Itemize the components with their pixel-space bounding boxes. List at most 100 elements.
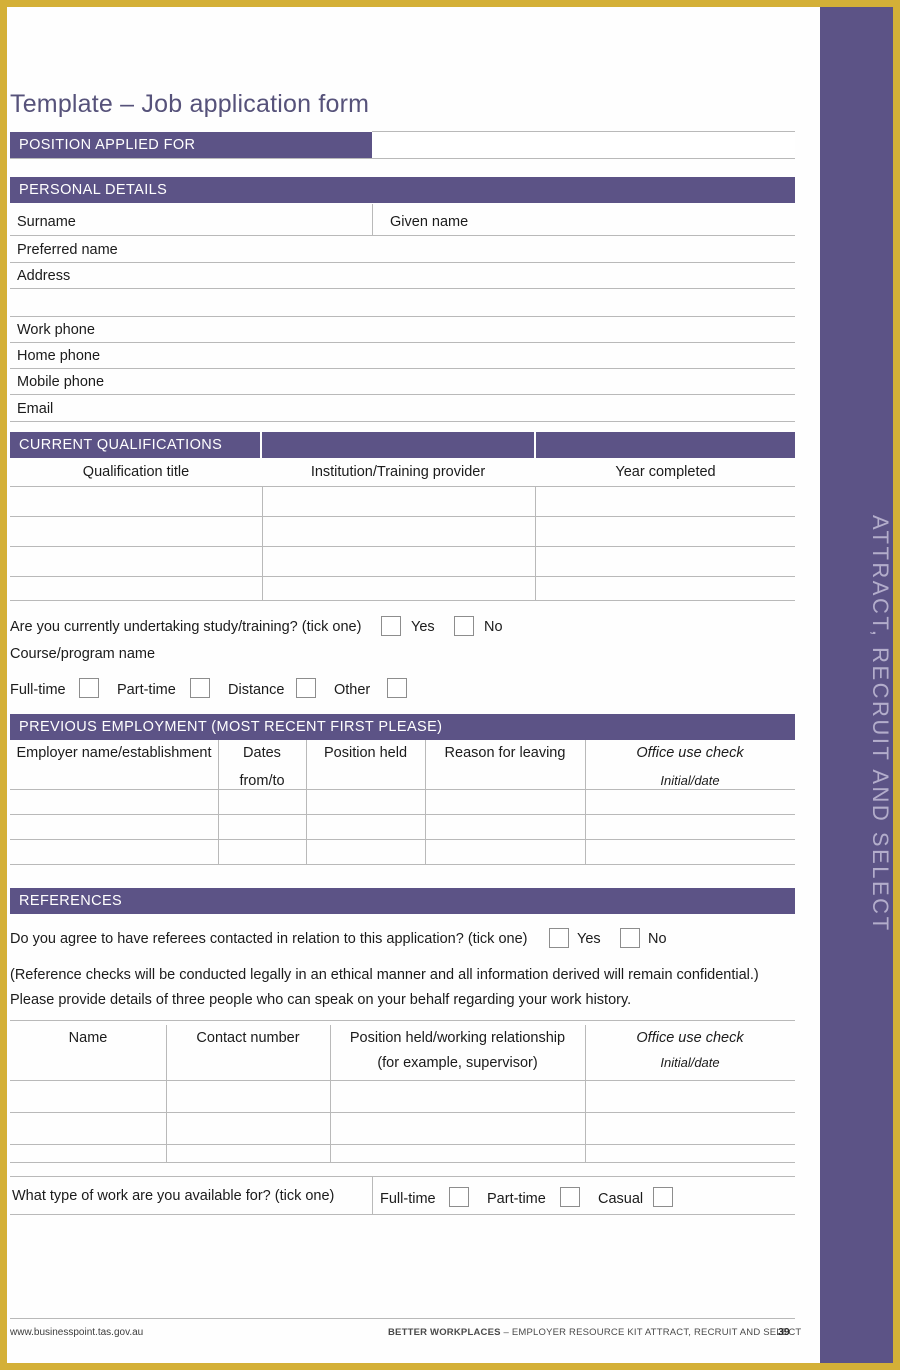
study-yes-label: Yes bbox=[411, 619, 435, 635]
email-input[interactable] bbox=[130, 397, 790, 419]
work-phone-input[interactable] bbox=[160, 318, 790, 340]
label-surname: Surname bbox=[17, 214, 76, 230]
qualification-cell[interactable] bbox=[11, 577, 261, 599]
divider bbox=[10, 864, 795, 865]
col-dates: Dates from/to bbox=[239, 745, 285, 789]
qualification-cell[interactable] bbox=[537, 547, 794, 575]
employment-cell[interactable] bbox=[220, 840, 305, 863]
study-yes-checkbox[interactable] bbox=[381, 616, 401, 636]
divider bbox=[218, 740, 219, 864]
references-no-label: No bbox=[648, 931, 667, 947]
label-mobile-phone: Mobile phone bbox=[17, 374, 105, 390]
label-address: Address bbox=[17, 268, 71, 284]
availability-part-time-checkbox[interactable] bbox=[560, 1187, 580, 1207]
section-header-position-applied: POSITION APPLIED FOR bbox=[10, 132, 372, 158]
reference-cell[interactable] bbox=[11, 1145, 165, 1161]
col-office-use-check-employment: Office use check Initial/date bbox=[636, 745, 744, 788]
employment-cell[interactable] bbox=[587, 790, 794, 813]
reference-cell[interactable] bbox=[332, 1113, 584, 1143]
employment-cell[interactable] bbox=[427, 815, 584, 838]
study-mode-distance-checkbox[interactable] bbox=[296, 678, 316, 698]
qualification-cell[interactable] bbox=[264, 517, 534, 545]
employment-cell[interactable] bbox=[308, 790, 424, 813]
reference-cell[interactable] bbox=[332, 1145, 584, 1161]
study-mode-full-time-checkbox[interactable] bbox=[79, 678, 99, 698]
qualification-cell[interactable] bbox=[264, 547, 534, 575]
study-no-label: No bbox=[484, 619, 503, 635]
qualification-cell[interactable] bbox=[264, 577, 534, 599]
divider bbox=[372, 204, 373, 235]
references-no-checkbox[interactable] bbox=[620, 928, 640, 948]
reference-cell[interactable] bbox=[11, 1113, 165, 1143]
study-mode-part-time-checkbox[interactable] bbox=[190, 678, 210, 698]
qualification-cell[interactable] bbox=[537, 487, 794, 515]
divider bbox=[10, 316, 795, 317]
col-reference-contact: Contact number bbox=[196, 1030, 300, 1046]
divider bbox=[306, 740, 307, 864]
employment-cell[interactable] bbox=[11, 790, 217, 813]
page-canvas: ATTRACT, RECRUIT AND SELECT Template – J… bbox=[0, 0, 900, 1370]
qualification-cell[interactable] bbox=[11, 487, 261, 515]
study-mode-other-checkbox[interactable] bbox=[387, 678, 407, 698]
employment-cell[interactable] bbox=[587, 815, 794, 838]
address-input-line2[interactable] bbox=[10, 290, 795, 316]
reference-cell[interactable] bbox=[587, 1145, 794, 1161]
col-reason-for-leaving: Reason for leaving bbox=[444, 745, 566, 761]
qualification-cell[interactable] bbox=[11, 547, 261, 575]
employment-cell[interactable] bbox=[427, 840, 584, 863]
divider bbox=[10, 421, 795, 422]
employment-cell[interactable] bbox=[308, 840, 424, 863]
availability-question: What type of work are you available for?… bbox=[12, 1188, 335, 1204]
section-header-personal-details: PERSONAL DETAILS bbox=[10, 177, 795, 203]
surname-input[interactable] bbox=[180, 207, 365, 231]
employment-cell[interactable] bbox=[220, 815, 305, 838]
availability-full-time-checkbox[interactable] bbox=[449, 1187, 469, 1207]
divider bbox=[166, 1025, 167, 1162]
label-email: Email bbox=[17, 401, 54, 417]
divider bbox=[10, 1176, 795, 1177]
qualification-cell[interactable] bbox=[264, 487, 534, 515]
mobile-phone-input[interactable] bbox=[160, 370, 790, 392]
qualification-cell[interactable] bbox=[537, 577, 794, 599]
reference-cell[interactable] bbox=[168, 1113, 329, 1143]
employment-cell[interactable] bbox=[587, 840, 794, 863]
employment-cell[interactable] bbox=[11, 840, 217, 863]
position-applied-input[interactable] bbox=[372, 132, 795, 158]
qualification-cell[interactable] bbox=[537, 517, 794, 545]
references-yes-label: Yes bbox=[577, 931, 601, 947]
employment-cell[interactable] bbox=[220, 790, 305, 813]
label-preferred-name: Preferred name bbox=[17, 242, 118, 258]
divider bbox=[372, 1176, 373, 1214]
qualification-cell[interactable] bbox=[11, 517, 261, 545]
reference-cell[interactable] bbox=[332, 1081, 584, 1111]
course-name-input[interactable] bbox=[165, 642, 790, 664]
reference-cell[interactable] bbox=[587, 1113, 794, 1143]
footer-publication-bold: BETTER WORKPLACES bbox=[388, 1327, 501, 1338]
reference-cell[interactable] bbox=[11, 1081, 165, 1111]
employment-cell[interactable] bbox=[427, 790, 584, 813]
employment-cell[interactable] bbox=[11, 815, 217, 838]
reference-cell[interactable] bbox=[168, 1145, 329, 1161]
footer-url[interactable]: www.businesspoint.tas.gov.au bbox=[10, 1327, 143, 1338]
col-year-completed: Year completed bbox=[615, 464, 716, 480]
divider bbox=[10, 262, 795, 263]
divider bbox=[10, 342, 795, 343]
preferred-name-input[interactable] bbox=[170, 238, 790, 260]
references-yes-checkbox[interactable] bbox=[549, 928, 569, 948]
reference-cell[interactable] bbox=[587, 1081, 794, 1111]
home-phone-input[interactable] bbox=[160, 344, 790, 366]
reference-cell[interactable] bbox=[168, 1081, 329, 1111]
col-employer-name: Employer name/establishment bbox=[16, 745, 212, 761]
employment-cell[interactable] bbox=[308, 815, 424, 838]
study-no-checkbox[interactable] bbox=[454, 616, 474, 636]
references-note-line2: Please provide details of three people w… bbox=[10, 992, 632, 1008]
given-name-input[interactable] bbox=[480, 207, 790, 231]
divider bbox=[585, 740, 586, 864]
availability-casual-checkbox[interactable] bbox=[653, 1187, 673, 1207]
footer-page-number: 39 bbox=[778, 1326, 790, 1338]
references-note-line1: (Reference checks will be conducted lega… bbox=[10, 967, 759, 983]
address-input-line1[interactable] bbox=[130, 264, 790, 286]
availability-full-time-label: Full-time bbox=[380, 1191, 436, 1207]
study-mode-other-label: Other bbox=[334, 682, 371, 698]
divider bbox=[10, 394, 795, 395]
